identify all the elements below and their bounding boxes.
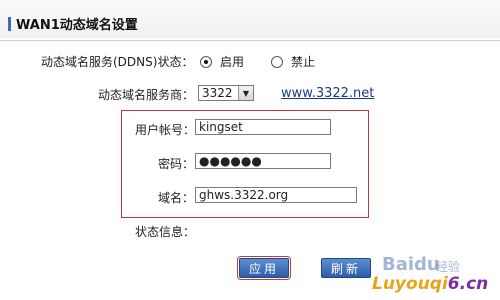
watermark-site: Luyouqi6.cn — [372, 274, 488, 294]
section-title-bar: WAN1动态域名设置 — [8, 14, 138, 33]
refresh-button[interactable]: 刷新 — [321, 258, 371, 278]
radio-enable[interactable] — [200, 55, 212, 68]
watermark-brand: Baidu — [382, 254, 440, 275]
watermark-site-a: Luyouqi — [372, 274, 448, 294]
provider-link[interactable]: www.3322.net — [281, 86, 374, 101]
radio-enable-label: 启用 — [220, 55, 245, 69]
domain-label: 域名： — [158, 191, 195, 205]
password-input[interactable]: ●●●●●● — [195, 153, 331, 169]
watermark: Baidu 经验 Luyouqi6.cn — [372, 248, 500, 300]
username-label: 用户帐号： — [135, 123, 196, 137]
watermark-site-b: 6.cn — [447, 274, 489, 294]
header-divider — [0, 40, 500, 41]
chevron-down-icon[interactable]: ▼ — [238, 86, 253, 100]
watermark-sub: 经验 — [436, 260, 461, 274]
apply-button[interactable]: 应用 — [237, 256, 291, 280]
status-info-label: 状态信息： — [135, 225, 196, 239]
provider-select[interactable]: 3322 ▼ — [198, 85, 254, 101]
radio-disable-label: 禁止 — [291, 55, 316, 69]
radio-disable[interactable] — [271, 55, 283, 68]
username-input[interactable]: kingset — [195, 119, 331, 135]
ddns-enable-option[interactable]: 启用 — [200, 53, 244, 70]
ddns-status-label: 动态域名服务(DDNS)状态： — [41, 55, 194, 69]
title-marker — [8, 16, 11, 31]
page-title: WAN1动态域名设置 — [16, 18, 138, 33]
domain-input[interactable]: ghws.3322.org — [195, 187, 357, 203]
ddns-disable-option[interactable]: 禁止 — [271, 53, 315, 70]
password-label: 密码： — [158, 157, 195, 171]
provider-select-value: 3322 — [202, 86, 233, 100]
provider-label: 动态域名服务商： — [98, 88, 195, 102]
